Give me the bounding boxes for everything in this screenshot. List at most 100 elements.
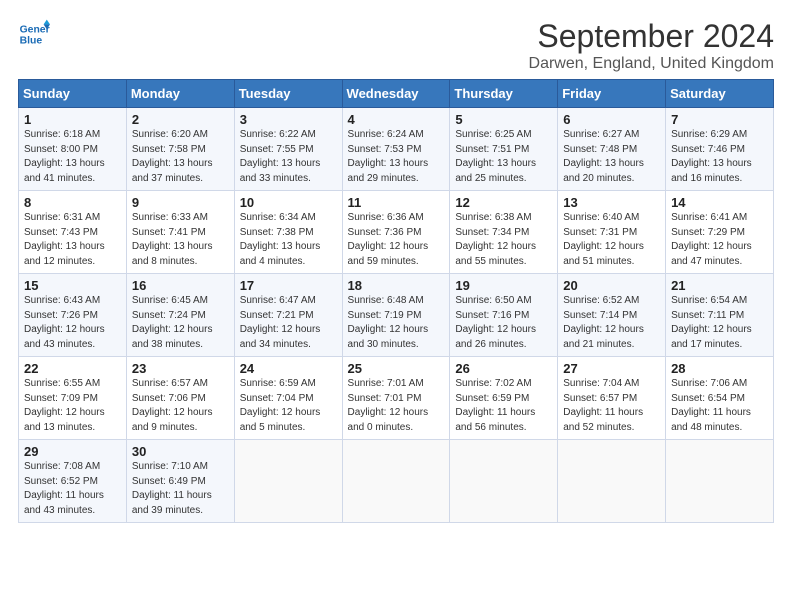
calendar-cell: 25Sunrise: 7:01 AM Sunset: 7:01 PM Dayli… [342,357,450,440]
title-block: September 2024 Darwen, England, United K… [529,18,774,73]
calendar-cell: 23Sunrise: 6:57 AM Sunset: 7:06 PM Dayli… [126,357,234,440]
calendar-week-1: 8Sunrise: 6:31 AM Sunset: 7:43 PM Daylig… [19,191,774,274]
day-info: Sunrise: 6:20 AM Sunset: 7:58 PM Dayligh… [132,128,229,186]
day-info: Sunrise: 7:02 AM Sunset: 6:59 PM Dayligh… [455,377,552,435]
day-number: 27 [563,361,660,376]
day-info: Sunrise: 6:41 AM Sunset: 7:29 PM Dayligh… [671,211,768,269]
calendar-cell: 22Sunrise: 6:55 AM Sunset: 7:09 PM Dayli… [19,357,127,440]
day-info: Sunrise: 6:27 AM Sunset: 7:48 PM Dayligh… [563,128,660,186]
calendar-week-0: 1Sunrise: 6:18 AM Sunset: 8:00 PM Daylig… [19,108,774,191]
calendar-cell: 9Sunrise: 6:33 AM Sunset: 7:41 PM Daylig… [126,191,234,274]
day-info: Sunrise: 6:25 AM Sunset: 7:51 PM Dayligh… [455,128,552,186]
day-number: 20 [563,278,660,293]
calendar-cell: 12Sunrise: 6:38 AM Sunset: 7:34 PM Dayli… [450,191,558,274]
calendar-cell: 26Sunrise: 7:02 AM Sunset: 6:59 PM Dayli… [450,357,558,440]
day-info: Sunrise: 6:40 AM Sunset: 7:31 PM Dayligh… [563,211,660,269]
calendar-cell: 8Sunrise: 6:31 AM Sunset: 7:43 PM Daylig… [19,191,127,274]
calendar-cell: 14Sunrise: 6:41 AM Sunset: 7:29 PM Dayli… [666,191,774,274]
day-number: 7 [671,112,768,127]
day-number: 12 [455,195,552,210]
calendar-table: SundayMondayTuesdayWednesdayThursdayFrid… [18,79,774,523]
day-number: 4 [348,112,445,127]
main-title: September 2024 [529,18,774,55]
day-info: Sunrise: 6:43 AM Sunset: 7:26 PM Dayligh… [24,294,121,352]
day-number: 30 [132,444,229,459]
svg-text:Blue: Blue [20,36,43,47]
day-number: 16 [132,278,229,293]
day-info: Sunrise: 7:01 AM Sunset: 7:01 PM Dayligh… [348,377,445,435]
day-info: Sunrise: 6:18 AM Sunset: 8:00 PM Dayligh… [24,128,121,186]
day-info: Sunrise: 6:38 AM Sunset: 7:34 PM Dayligh… [455,211,552,269]
col-header-tuesday: Tuesday [234,80,342,108]
day-number: 25 [348,361,445,376]
calendar-cell: 27Sunrise: 7:04 AM Sunset: 6:57 PM Dayli… [558,357,666,440]
calendar-cell [558,440,666,523]
day-number: 15 [24,278,121,293]
calendar-cell: 18Sunrise: 6:48 AM Sunset: 7:19 PM Dayli… [342,274,450,357]
day-info: Sunrise: 6:52 AM Sunset: 7:14 PM Dayligh… [563,294,660,352]
subtitle: Darwen, England, United Kingdom [529,55,774,73]
day-number: 18 [348,278,445,293]
calendar-cell: 1Sunrise: 6:18 AM Sunset: 8:00 PM Daylig… [19,108,127,191]
col-header-friday: Friday [558,80,666,108]
calendar-cell: 17Sunrise: 6:47 AM Sunset: 7:21 PM Dayli… [234,274,342,357]
calendar-cell: 2Sunrise: 6:20 AM Sunset: 7:58 PM Daylig… [126,108,234,191]
day-info: Sunrise: 7:06 AM Sunset: 6:54 PM Dayligh… [671,377,768,435]
col-header-saturday: Saturday [666,80,774,108]
day-number: 10 [240,195,337,210]
col-header-sunday: Sunday [19,80,127,108]
day-info: Sunrise: 7:04 AM Sunset: 6:57 PM Dayligh… [563,377,660,435]
day-number: 8 [24,195,121,210]
col-header-wednesday: Wednesday [342,80,450,108]
day-number: 28 [671,361,768,376]
day-number: 29 [24,444,121,459]
day-number: 26 [455,361,552,376]
day-info: Sunrise: 6:47 AM Sunset: 7:21 PM Dayligh… [240,294,337,352]
day-number: 17 [240,278,337,293]
day-number: 23 [132,361,229,376]
calendar-week-2: 15Sunrise: 6:43 AM Sunset: 7:26 PM Dayli… [19,274,774,357]
day-number: 19 [455,278,552,293]
col-header-thursday: Thursday [450,80,558,108]
calendar-cell [342,440,450,523]
calendar-cell: 20Sunrise: 6:52 AM Sunset: 7:14 PM Dayli… [558,274,666,357]
day-number: 14 [671,195,768,210]
day-number: 9 [132,195,229,210]
calendar-cell: 15Sunrise: 6:43 AM Sunset: 7:26 PM Dayli… [19,274,127,357]
day-info: Sunrise: 6:33 AM Sunset: 7:41 PM Dayligh… [132,211,229,269]
day-info: Sunrise: 6:29 AM Sunset: 7:46 PM Dayligh… [671,128,768,186]
day-info: Sunrise: 6:55 AM Sunset: 7:09 PM Dayligh… [24,377,121,435]
calendar-cell [234,440,342,523]
day-info: Sunrise: 6:36 AM Sunset: 7:36 PM Dayligh… [348,211,445,269]
calendar-cell: 13Sunrise: 6:40 AM Sunset: 7:31 PM Dayli… [558,191,666,274]
day-info: Sunrise: 6:22 AM Sunset: 7:55 PM Dayligh… [240,128,337,186]
day-number: 13 [563,195,660,210]
day-number: 11 [348,195,445,210]
day-info: Sunrise: 6:54 AM Sunset: 7:11 PM Dayligh… [671,294,768,352]
day-number: 24 [240,361,337,376]
day-info: Sunrise: 6:59 AM Sunset: 7:04 PM Dayligh… [240,377,337,435]
calendar-cell: 11Sunrise: 6:36 AM Sunset: 7:36 PM Dayli… [342,191,450,274]
day-number: 3 [240,112,337,127]
page: General Blue September 2024 Darwen, Engl… [0,0,792,612]
calendar-cell: 16Sunrise: 6:45 AM Sunset: 7:24 PM Dayli… [126,274,234,357]
calendar-cell: 21Sunrise: 6:54 AM Sunset: 7:11 PM Dayli… [666,274,774,357]
calendar-cell: 29Sunrise: 7:08 AM Sunset: 6:52 PM Dayli… [19,440,127,523]
day-number: 22 [24,361,121,376]
day-info: Sunrise: 7:08 AM Sunset: 6:52 PM Dayligh… [24,460,121,518]
calendar-cell: 5Sunrise: 6:25 AM Sunset: 7:51 PM Daylig… [450,108,558,191]
calendar-week-4: 29Sunrise: 7:08 AM Sunset: 6:52 PM Dayli… [19,440,774,523]
calendar-week-3: 22Sunrise: 6:55 AM Sunset: 7:09 PM Dayli… [19,357,774,440]
day-info: Sunrise: 6:31 AM Sunset: 7:43 PM Dayligh… [24,211,121,269]
logo-icon: General Blue [18,18,50,50]
calendar-cell: 7Sunrise: 6:29 AM Sunset: 7:46 PM Daylig… [666,108,774,191]
calendar-cell: 24Sunrise: 6:59 AM Sunset: 7:04 PM Dayli… [234,357,342,440]
day-info: Sunrise: 6:48 AM Sunset: 7:19 PM Dayligh… [348,294,445,352]
day-number: 2 [132,112,229,127]
day-number: 5 [455,112,552,127]
calendar-cell: 19Sunrise: 6:50 AM Sunset: 7:16 PM Dayli… [450,274,558,357]
col-header-monday: Monday [126,80,234,108]
day-number: 21 [671,278,768,293]
day-info: Sunrise: 6:45 AM Sunset: 7:24 PM Dayligh… [132,294,229,352]
calendar-cell [666,440,774,523]
